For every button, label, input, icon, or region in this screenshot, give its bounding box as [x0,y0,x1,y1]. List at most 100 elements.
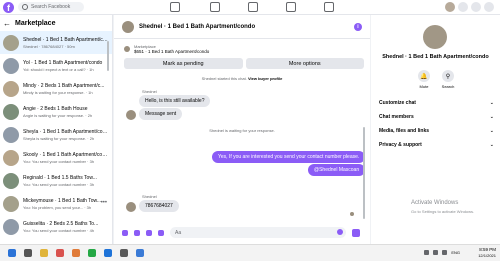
outgoing-message[interactable]: @Shednel Mascoan [308,164,366,176]
section-label: Customize chat [379,100,416,106]
screen: f Search Facebook ← Marketplace Shednel … [0,0,500,261]
conversation-item[interactable]: Sheyla · 1 Bed 1 Bath Apartment/condo She… [0,123,112,146]
conversation-item[interactable]: Mindy · 2 Beds 1 Bath Apartment/c... Mind… [0,77,112,100]
conversation-preview: You: You send your contact number · 3h [23,181,95,187]
search-bar[interactable]: Search Facebook [18,2,84,12]
chat-title[interactable]: Shednel · 1 Bed 1 Bath Apartment/condo [139,24,255,30]
search-label: Search [441,84,455,89]
emoji-icon[interactable] [337,229,343,235]
conversation-name: Guisselita · 2 Beds 2.5 Baths To... [23,220,99,227]
conversation-name: Yol · 1 Bed 1 Bath Apartment/condo [23,59,103,66]
gif-icon[interactable] [158,229,164,236]
menu-grid-icon[interactable] [458,2,468,12]
incoming-message[interactable]: Hello, is this still available? [139,95,211,107]
marketplace-chat-list: ← Marketplace Shednel · 1 Bed 1 Bath Apa… [0,15,113,244]
sender-avatar [126,110,136,120]
message-composer: Aa [114,221,370,244]
chat-avatar[interactable] [122,20,134,33]
conversation-item[interactable]: Skooly · 1 Bed 1 Bath Apartment/condo You… [0,146,112,169]
home-icon[interactable] [170,2,180,12]
chrome-icon[interactable] [56,249,64,257]
conversation-preview: Mindy is waiting for your response. · 1h [23,89,93,95]
thumbs-up-icon[interactable] [352,228,360,237]
sender-name: Shednel [142,89,157,94]
more-options-button[interactable]: More options [245,58,364,69]
conversation-item[interactable]: Yol · 1 Bed 1 Bath Apartment/condo Yol: s… [0,54,112,77]
conversation-name: Shednel · 1 Bed 1 Bath Apartment/condo [23,36,109,43]
listing-thumbnail [3,149,19,166]
listing-thumbnail [3,34,19,51]
word-icon[interactable] [104,249,112,257]
listing-card: Marketplace $651 · 1 Bed 1 Bath Apartmen… [124,44,364,69]
sender-name: Shednel [142,194,157,199]
marketplace-icon[interactable] [286,2,296,12]
chat-started-text: Shednel started this chat. [201,76,247,81]
search-icon [22,3,28,10]
windows-start-icon[interactable] [8,249,16,257]
facebook-logo-icon[interactable]: f [3,1,14,13]
clock[interactable]: 8:59 PM 12/1/2021 [478,247,496,258]
volume-icon[interactable] [442,250,448,255]
watch-icon[interactable] [248,2,258,12]
outgoing-message[interactable]: Yes, If you are interested you send your… [212,151,366,163]
chat-list-header: ← Marketplace [0,15,112,31]
listing-avatar[interactable] [423,25,447,49]
chat-scrollbar[interactable] [363,127,365,219]
sticker-icon[interactable] [146,229,152,236]
profile-avatar[interactable] [445,2,455,12]
language-indicator[interactable]: ENG [451,250,460,255]
conversation-item[interactable]: Mickeymouse · 1 Bed 1 Bath Tow... You: No… [0,192,112,215]
chat-list-scrollbar[interactable] [107,41,109,71]
chevron-down-icon: ⌄ [489,142,494,148]
info-icon[interactable]: i [354,23,362,31]
firefox-icon[interactable] [72,249,80,257]
app-icon[interactable] [120,249,128,257]
listing-thumbnail [3,218,19,235]
mute-label: Mute [419,84,429,89]
chevron-down-icon: ⌄ [489,128,494,134]
section-privacy-support[interactable]: Privacy & support ⌄ [379,142,494,148]
message-input[interactable]: Aa [170,227,346,238]
conversation-preview: Sheyla is waiting for your response. · 2… [23,135,95,141]
conversation-item[interactable]: Reginald · 1 Bed 1.5 Baths Tow... You: Yo… [0,169,112,192]
incoming-message[interactable]: 7867684027 [139,200,179,212]
mute-action[interactable]: 🔔 Mute [411,70,437,89]
conversation-item[interactable]: Angie · 2 Beds 1 Bath House Angie is wait… [0,100,112,123]
mark-pending-button[interactable]: Mark as pending [124,58,243,69]
listing-thumbnail [3,103,19,120]
conversation-name: Angie · 2 Beds 1 Bath House [23,105,88,112]
more-options-icon[interactable]: ••• [101,200,107,206]
network-icon[interactable] [433,250,439,255]
account-chevron-icon[interactable] [484,2,494,12]
notifications-bell-icon[interactable] [471,2,481,12]
search-icon: ⚲ [442,70,454,82]
microphone-icon[interactable] [122,229,128,236]
task-view-icon[interactable] [24,249,32,257]
section-chat-members[interactable]: Chat members ⌄ [379,114,494,120]
friends-icon[interactable] [210,2,220,12]
back-arrow-icon[interactable]: ← [3,19,11,28]
section-media-files-links[interactable]: Media, files and links ⌄ [379,128,494,134]
incoming-message[interactable]: Message sent [139,108,183,120]
gaming-icon[interactable] [324,2,334,12]
read-receipt-avatar [350,212,354,216]
section-label: Chat members [379,114,414,120]
conversation-preview: Yol: should i expect a text or a call? ·… [23,66,94,72]
conversation-preview: You: You send your contact number · 3h [23,158,95,164]
listing-price[interactable]: $651 · 1 Bed 1 Bath Apartment/condo [134,49,209,54]
section-customize-chat[interactable]: Customize chat ⌄ [379,100,494,106]
search-action[interactable]: ⚲ Search [435,70,461,89]
file-explorer-icon[interactable] [40,249,48,257]
image-icon[interactable] [134,229,140,236]
chat-header: Shednel · 1 Bed 1 Bath Apartment/condo [114,15,370,39]
conversation-item[interactable]: Shednel · 1 Bed 1 Bath Apartment/condo Sh… [0,31,112,54]
whatsapp-icon[interactable] [88,249,96,257]
section-label: Privacy & support [379,142,422,148]
conversation-item[interactable]: Guisselita · 2 Beds 2.5 Baths To... You: … [0,215,112,238]
view-buyer-profile-link[interactable]: View buyer profile [248,76,282,81]
conversation-preview: Angie is waiting for your response. · 2h [23,112,93,118]
edge-icon[interactable] [136,249,144,257]
bell-icon: 🔔 [418,70,430,82]
activate-windows-watermark: Activate Windows [411,200,459,206]
chevron-up-icon[interactable] [424,250,430,255]
